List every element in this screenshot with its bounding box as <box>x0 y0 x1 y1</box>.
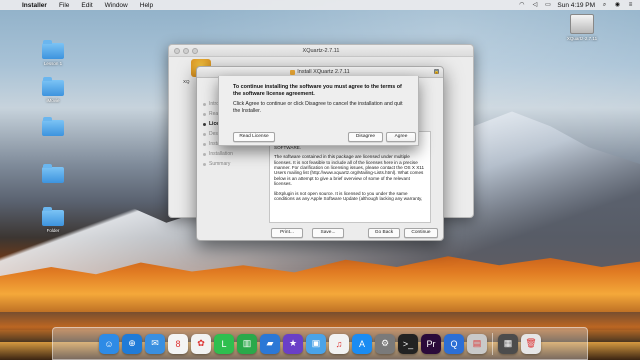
menu-edit[interactable]: Edit <box>75 2 98 9</box>
save-button[interactable]: Save... <box>312 228 344 238</box>
menu-window[interactable]: Window <box>99 2 134 9</box>
step-dot-icon <box>203 162 206 166</box>
desktop-drive-label: XQuartz-2.7.11 <box>566 36 598 41</box>
desktop-folder-lesson[interactable]: Lesson 1 <box>36 40 70 66</box>
spotlight-icon[interactable]: ⌕ <box>601 2 608 8</box>
agree-button[interactable]: Agree <box>386 132 416 142</box>
notifications-icon[interactable]: ≡ <box>627 2 634 8</box>
trash-icon[interactable]: 🗑 <box>521 333 541 354</box>
installer-title-wrap: Install XQuartz 2.7.11 <box>290 69 350 75</box>
calendar-icon[interactable]: 8 <box>168 333 188 354</box>
menu-installer[interactable]: Installer <box>16 2 53 9</box>
music-icon[interactable]: ♫ <box>329 333 349 354</box>
folder-icon <box>42 40 64 59</box>
step-installation: Installation <box>203 149 263 159</box>
battery-icon[interactable]: ▭ <box>544 2 551 8</box>
safari-icon[interactable]: ⊕ <box>122 333 142 354</box>
sheet-heading: To continue installing the software you … <box>233 84 402 97</box>
system-preferences-icon[interactable]: ⚙ <box>375 333 395 354</box>
desktop-folder-5[interactable]: Folder <box>36 207 70 233</box>
menu-help[interactable]: Help <box>134 2 159 9</box>
step-dot-icon <box>203 102 206 106</box>
sheet-body: Click Agree to continue or click Disagre… <box>233 101 403 114</box>
folder-icon <box>42 207 64 226</box>
volume-icon[interactable]: ◁ <box>531 2 538 8</box>
go-back-button[interactable]: Go Back <box>368 228 400 238</box>
installer-title: Install XQuartz 2.7.11 <box>297 69 350 75</box>
step-dot-icon <box>203 142 206 146</box>
finder-title: XQuartz-2.7.11 <box>302 47 340 54</box>
installer-icon[interactable]: ▤ <box>467 333 487 354</box>
license-paragraph: libXplugin is not open source. It is lic… <box>274 190 423 202</box>
desktop-folder-3[interactable] <box>36 117 70 138</box>
close-icon[interactable] <box>174 47 180 54</box>
terminal-icon[interactable]: >_ <box>398 333 418 354</box>
license-agreement-sheet: To continue installing the software you … <box>218 76 419 146</box>
disagree-button[interactable]: Disagree <box>348 132 383 142</box>
disk-image-icon <box>570 14 594 34</box>
folder-icon <box>42 77 64 96</box>
step-label: Summary <box>209 161 231 167</box>
license-paragraph: The software contained in this package a… <box>274 154 425 187</box>
read-license-button[interactable]: Read License <box>233 132 275 142</box>
minimize-icon[interactable] <box>183 47 189 54</box>
dock-separator <box>492 332 493 355</box>
desktop-folder-imovie[interactable]: iMovie <box>36 77 70 103</box>
mail-icon[interactable]: ✉ <box>145 333 165 354</box>
step-label: Installation <box>209 151 233 157</box>
step-dot-icon <box>203 152 206 156</box>
continue-button[interactable]: Continue <box>404 228 438 238</box>
numbers-icon[interactable]: ▥ <box>237 333 257 354</box>
photos-icon[interactable]: ✿ <box>191 333 211 354</box>
folder-icon <box>42 164 64 183</box>
desktop-drive-xquartz[interactable]: XQuartz-2.7.11 <box>565 14 599 41</box>
wifi-icon[interactable]: ◠ <box>518 2 525 8</box>
siri-icon[interactable]: ◉ <box>614 2 621 8</box>
package-icon <box>290 69 296 75</box>
desktop-folder-label: iMovie <box>46 98 60 103</box>
step-dot-icon <box>203 122 206 126</box>
window-controls <box>169 47 198 54</box>
status-area: ◠ ◁ ▭ Sun 4:19 PM ⌕ ◉ ≡ <box>518 2 640 9</box>
finder-icon[interactable]: ☺ <box>99 333 119 354</box>
quicktime-icon[interactable]: Q <box>444 333 464 354</box>
print-button[interactable]: Print... <box>271 228 303 238</box>
downloads-icon[interactable]: ▦ <box>498 333 518 354</box>
app-store-icon[interactable]: A <box>352 333 372 354</box>
step-summary: Summary <box>203 159 263 169</box>
folder-icon <box>42 117 64 136</box>
imovie-icon[interactable]: ★ <box>283 333 303 354</box>
dock: ☺ ⊕ ✉ 8 ✿ L ▥ ▰ ★ ▣ ♫ A ⚙ >_ Pr Q ▤ ▦ 🗑 <box>52 327 588 360</box>
keynote-icon[interactable]: ▰ <box>260 333 280 354</box>
lock-icon[interactable]: 🔒 <box>434 69 439 74</box>
step-dot-icon <box>203 112 206 116</box>
desktop-folder-label: Lesson 1 <box>43 61 63 66</box>
preview-icon[interactable]: ▣ <box>306 333 326 354</box>
line-icon[interactable]: L <box>214 333 234 354</box>
package-label: XQ <box>183 79 190 84</box>
desktop-folder-4[interactable] <box>36 164 70 185</box>
zoom-icon[interactable] <box>192 47 198 54</box>
desktop-folder-label: Folder <box>46 228 60 233</box>
menu-clock[interactable]: Sun 4:19 PM <box>557 2 595 9</box>
menu-file[interactable]: File <box>53 2 75 9</box>
menu-bar: Installer File Edit Window Help ◠ ◁ ▭ Su… <box>0 0 640 10</box>
step-dot-icon <box>203 132 206 136</box>
premiere-icon[interactable]: Pr <box>421 333 441 354</box>
finder-titlebar[interactable]: XQuartz-2.7.11 <box>169 45 473 57</box>
